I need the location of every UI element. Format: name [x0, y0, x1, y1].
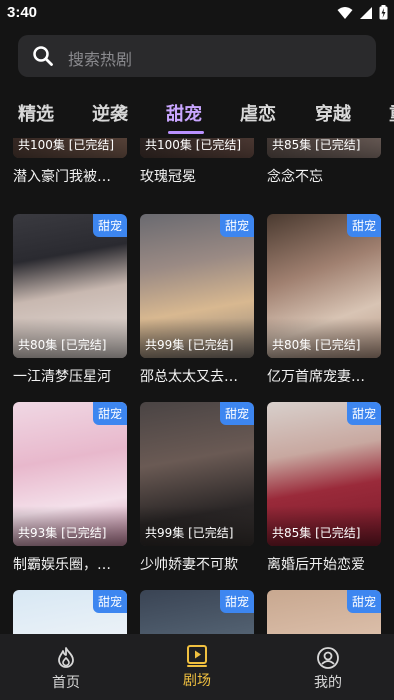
bottom-nav: 首页 剧场 我的 [0, 634, 394, 700]
battery-icon [379, 5, 388, 20]
drama-cover[interactable]: 共85集 [已完结] [267, 138, 381, 158]
user-icon [317, 647, 339, 669]
nav-theater-label: 剧场 [183, 673, 211, 689]
drama-cover[interactable]: 共100集 [已完结] [13, 138, 127, 158]
tab-time-travel[interactable]: 穿越 [315, 100, 351, 126]
search-icon [33, 46, 53, 66]
episode-count: 共80集 [已完结] [272, 338, 361, 352]
nav-home-label: 首页 [52, 675, 80, 691]
tab-heartbreak[interactable]: 虐恋 [240, 100, 276, 126]
tab-more[interactable]: 重 [389, 100, 394, 126]
episode-count: 共99集 [已完结] [145, 338, 234, 352]
genre-tag: 甜宠 [219, 214, 254, 237]
drama-cover[interactable]: 共100集 [已完结] [140, 138, 254, 158]
wifi-icon [337, 6, 353, 19]
drama-cover[interactable]: 甜宠 共80集 [已完结] [13, 214, 127, 358]
flame-icon [58, 647, 74, 668]
episode-count: 共85集 [已完结] [272, 526, 361, 540]
search-input[interactable]: 搜索热剧 [68, 46, 132, 70]
drama-title: 潜入豪门我被… [13, 169, 111, 185]
nav-home[interactable]: 首页 [26, 646, 106, 692]
genre-tag: 甜宠 [346, 402, 381, 425]
drama-grid: 共100集 [已完结] 潜入豪门我被… 共100集 [已完结] 玫瑰冠冕 共85… [0, 138, 394, 634]
active-tab-indicator [168, 131, 204, 134]
drama-cover[interactable]: 甜宠 共93集 [已完结] [13, 402, 127, 546]
tab-featured[interactable]: 精选 [18, 100, 54, 126]
tab-sweet-romance[interactable]: 甜宠 [166, 100, 202, 126]
genre-tag: 甜宠 [92, 214, 127, 237]
signal-icon [360, 6, 372, 19]
genre-tag: 甜宠 [346, 214, 381, 237]
nav-theater[interactable]: 剧场 [157, 644, 237, 690]
episode-count: 共100集 [已完结] [145, 138, 242, 152]
episode-count: 共93集 [已完结] [18, 526, 107, 540]
episode-count: 共85集 [已完结] [272, 138, 361, 152]
genre-tag: 甜宠 [219, 590, 254, 613]
drama-title: 玫瑰冠冕 [140, 169, 196, 185]
drama-cover[interactable]: 甜宠 [140, 590, 254, 634]
status-icons [337, 5, 388, 20]
drama-cover[interactable]: 甜宠 [13, 590, 127, 634]
status-time: 3:40 [7, 4, 38, 21]
drama-cover[interactable]: 甜宠 共85集 [已完结] [267, 402, 381, 546]
drama-title: 少帅娇妻不可欺 [140, 557, 238, 573]
nav-profile-label: 我的 [314, 675, 342, 691]
episode-count: 共99集 [已完结] [145, 526, 234, 540]
drama-title: 亿万首席宠妻… [267, 369, 365, 385]
tab-comeback[interactable]: 逆袭 [92, 100, 128, 126]
genre-tag: 甜宠 [92, 402, 127, 425]
genre-tag: 甜宠 [346, 590, 381, 613]
drama-cover[interactable]: 甜宠 共99集 [已完结] [140, 402, 254, 546]
status-bar: 3:40 [0, 0, 394, 28]
search-bar[interactable]: 搜索热剧 [18, 35, 376, 77]
play-icon [187, 645, 207, 667]
drama-cover[interactable]: 甜宠 [267, 590, 381, 634]
drama-cover[interactable]: 甜宠 共80集 [已完结] [267, 214, 381, 358]
drama-title: 邵总太太又去… [140, 369, 238, 385]
drama-title: 念念不忘 [267, 169, 323, 185]
episode-count: 共100集 [已完结] [18, 138, 115, 152]
drama-cover[interactable]: 甜宠 共99集 [已完结] [140, 214, 254, 358]
episode-count: 共80集 [已完结] [18, 338, 107, 352]
genre-tag: 甜宠 [92, 590, 127, 613]
nav-profile[interactable]: 我的 [288, 646, 368, 692]
category-tabs: 精选 逆袭 甜宠 虐恋 穿越 重 [0, 94, 394, 138]
drama-title: 一江清梦压星河 [13, 369, 111, 385]
drama-title: 离婚后开始恋爱 [267, 557, 365, 573]
drama-title: 制霸娱乐圈，… [13, 557, 111, 573]
genre-tag: 甜宠 [219, 402, 254, 425]
